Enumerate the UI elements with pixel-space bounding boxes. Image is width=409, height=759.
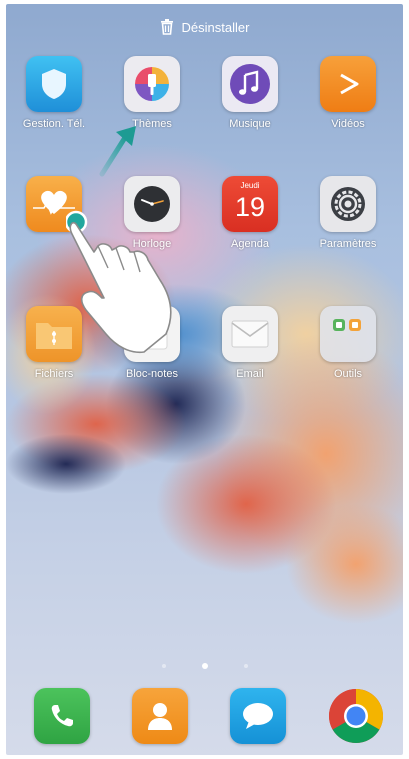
home-screen: Désinstaller Gestion. Tél. Thèmes Musiqu… <box>6 4 403 755</box>
app-label: Fichiers <box>34 368 74 380</box>
page-dot-active <box>201 663 208 669</box>
uninstall-drop-target[interactable]: Désinstaller <box>6 12 403 42</box>
app-label: Vidéos <box>331 118 365 130</box>
paintbrush-icon <box>124 56 180 112</box>
app-label: Bloc-notes <box>126 368 178 380</box>
page-dot <box>161 664 166 668</box>
calendar-icon: Jeudi 19 <box>222 176 278 232</box>
gear-icon <box>320 176 376 232</box>
calendar-day-name: Jeudi <box>240 181 260 190</box>
dock-chrome[interactable] <box>328 688 384 744</box>
hand-pointer-icon <box>66 210 172 354</box>
chrome-icon <box>328 689 384 744</box>
dock-messages[interactable] <box>230 688 286 744</box>
envelope-icon <box>222 306 278 362</box>
app-tools-folder[interactable]: Outils <box>306 306 390 380</box>
app-phone-manager[interactable]: Gestion. Tél. <box>12 56 96 130</box>
dock-phone[interactable] <box>34 688 90 744</box>
page-indicator <box>6 662 403 670</box>
app-videos[interactable]: Vidéos <box>306 56 390 130</box>
music-note-icon <box>222 56 278 112</box>
app-label: Email <box>236 368 264 380</box>
app-music[interactable]: Musique <box>208 56 292 130</box>
calendar-day-number: 19 <box>234 192 266 222</box>
app-themes[interactable]: Thèmes <box>110 56 194 130</box>
play-icon <box>320 56 376 112</box>
contacts-icon <box>148 703 172 730</box>
app-email[interactable]: Email <box>208 306 292 380</box>
tools-folder-icon <box>320 306 376 362</box>
dock-contacts[interactable] <box>132 688 188 744</box>
app-label: Agenda <box>231 238 269 250</box>
app-label: Outils <box>333 368 363 380</box>
uninstall-label: Désinstaller <box>181 19 250 35</box>
app-label: Gestion. Tél. <box>22 118 86 130</box>
phone-icon <box>51 705 73 727</box>
app-settings[interactable]: Paramètres <box>306 176 390 250</box>
message-icon <box>243 703 273 729</box>
page-dot <box>243 664 248 668</box>
shield-icon <box>26 56 82 112</box>
app-calendar[interactable]: Jeudi 19 Agenda <box>208 176 292 250</box>
swipe-up-arrow-icon <box>99 126 136 177</box>
app-label: Paramètres <box>319 238 377 250</box>
app-label: Musique <box>229 118 271 130</box>
trash-icon <box>160 19 173 35</box>
